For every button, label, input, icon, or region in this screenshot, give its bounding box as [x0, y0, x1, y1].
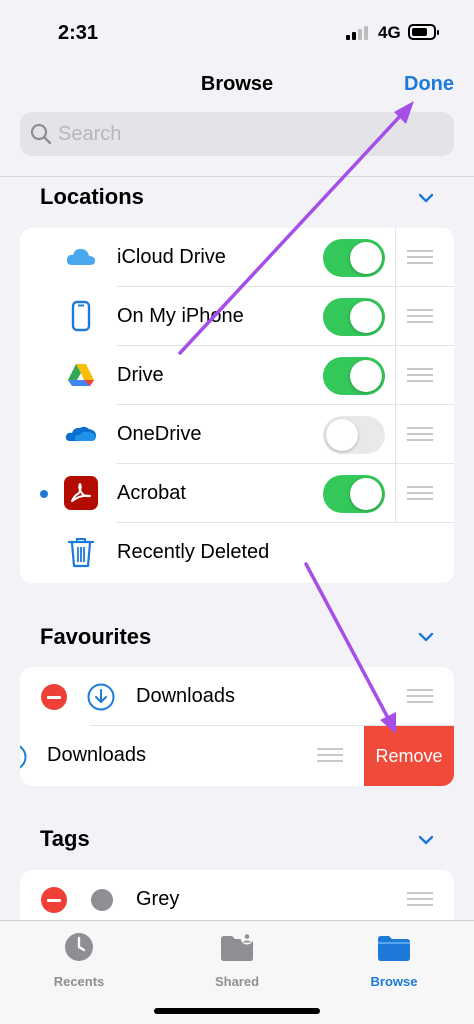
search-input[interactable]: Search	[20, 112, 454, 156]
location-row-on-my-iphone[interactable]: On My iPhone	[20, 287, 454, 346]
acrobat-icon	[64, 476, 98, 510]
reorder-handle-icon[interactable]	[407, 368, 433, 382]
delete-minus-icon[interactable]	[41, 684, 67, 710]
status-time: 2:31	[58, 22, 99, 44]
location-row-recently-deleted[interactable]: Recently Deleted	[20, 523, 454, 582]
icloud-icon	[66, 248, 95, 265]
toggle-onedrive[interactable]	[323, 416, 385, 454]
row-separator-vertical	[395, 464, 396, 523]
home-indicator	[154, 1008, 320, 1014]
location-label: Drive	[117, 364, 164, 386]
reorder-handle-icon[interactable]	[317, 748, 343, 762]
reorder-handle-icon[interactable]	[407, 427, 433, 441]
status-bar: 2:31 4G	[0, 0, 474, 62]
download-icon-partial	[20, 745, 27, 769]
reorder-handle-icon[interactable]	[407, 486, 433, 500]
tab-label: Recents	[53, 974, 105, 989]
row-separator-vertical	[395, 228, 396, 287]
row-separator-vertical	[395, 287, 396, 346]
folder-icon	[378, 936, 410, 961]
shared-folder-icon	[221, 931, 254, 961]
tag-label: Grey	[136, 888, 180, 910]
trash-icon	[67, 538, 95, 568]
search-icon	[30, 123, 52, 145]
section-header-locations: Locations	[40, 184, 144, 209]
location-row-drive[interactable]: Drive	[20, 346, 454, 405]
cellular-signal-icon	[346, 26, 372, 40]
location-label: Recently Deleted	[117, 541, 270, 563]
favourite-label: Downloads	[47, 744, 146, 766]
chevron-down-icon[interactable]	[418, 193, 434, 203]
remove-button[interactable]: Remove	[364, 726, 454, 786]
done-button[interactable]: Done	[404, 73, 454, 96]
new-indicator-dot	[40, 490, 48, 498]
toggle-on-my-iphone[interactable]	[323, 298, 385, 336]
location-label: On My iPhone	[117, 305, 244, 327]
reorder-handle-icon[interactable]	[407, 892, 433, 906]
google-drive-icon	[68, 364, 94, 386]
row-separator-vertical	[395, 346, 396, 405]
location-row-acrobat[interactable]: Acrobat	[20, 464, 454, 523]
tab-label: Browse	[370, 974, 418, 989]
favourite-row-downloads[interactable]: Downloads	[20, 667, 454, 726]
location-label: OneDrive	[117, 423, 202, 445]
tab-browse[interactable]: Browse	[334, 931, 454, 989]
header-divider	[0, 176, 474, 177]
clock-icon	[65, 933, 93, 961]
tab-label: Shared	[214, 974, 260, 989]
reorder-handle-icon[interactable]	[407, 250, 433, 264]
favourite-label: Downloads	[136, 685, 235, 707]
tab-recents[interactable]: Recents	[19, 931, 139, 989]
section-header-favourites: Favourites	[40, 624, 152, 649]
tab-shared[interactable]: Shared	[177, 931, 297, 989]
reorder-handle-icon[interactable]	[407, 689, 433, 703]
chevron-down-icon[interactable]	[418, 632, 434, 642]
search-placeholder: Search	[58, 123, 122, 145]
location-label: Acrobat	[117, 482, 186, 504]
location-row-onedrive[interactable]: OneDrive	[20, 405, 454, 464]
onedrive-icon	[65, 426, 96, 441]
toggle-acrobat[interactable]	[323, 475, 385, 513]
battery-icon	[408, 24, 439, 40]
toggle-icloud-drive[interactable]	[323, 239, 385, 277]
delete-minus-icon[interactable]	[41, 887, 67, 913]
files-browse-screen: 2:31 4G Browse Done Search Locations iCl	[0, 0, 474, 1024]
favourites-list: Downloads Downloads Remove	[20, 667, 454, 786]
toggle-drive[interactable]	[323, 357, 385, 395]
row-separator-vertical	[395, 405, 396, 464]
location-row-icloud-drive[interactable]: iCloud Drive	[20, 228, 454, 287]
iphone-icon	[71, 300, 91, 332]
network-type: 4G	[378, 23, 401, 42]
chevron-down-icon[interactable]	[418, 835, 434, 845]
location-label: iCloud Drive	[117, 246, 226, 268]
reorder-handle-icon[interactable]	[407, 309, 433, 323]
page-title: Browse	[200, 73, 274, 95]
locations-list: iCloud Drive On My iPhone Drive OneDrive…	[20, 228, 454, 583]
grey-tag-dot-icon	[91, 889, 113, 911]
section-header-tags: Tags	[40, 826, 90, 851]
download-icon	[87, 683, 115, 711]
